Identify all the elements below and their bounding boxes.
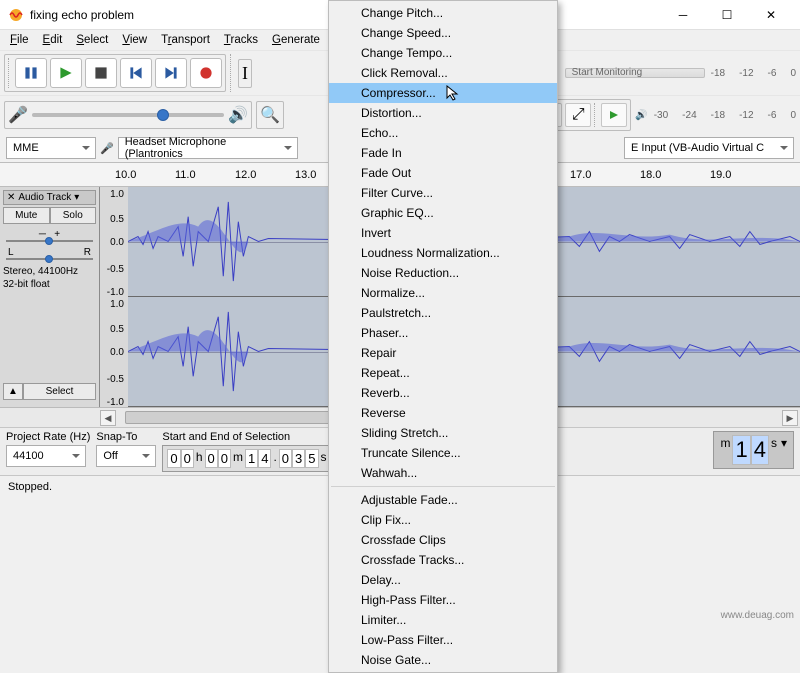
effect-item-crossfade-tracks[interactable]: Crossfade Tracks... — [329, 550, 557, 570]
menu-edit[interactable]: Edit — [37, 32, 69, 48]
snap-to-label: Snap-To — [96, 431, 156, 443]
playback-device-combo[interactable]: E Input (VB-Audio Virtual C — [624, 137, 794, 159]
track-select-button[interactable]: Select — [23, 383, 96, 400]
track-control-panel: ✕ Audio Track ▾ Mute Solo ─ + LR Stereo,… — [0, 187, 100, 407]
effect-item-phaser[interactable]: Phaser... — [329, 323, 557, 343]
effect-item-change-pitch[interactable]: Change Pitch... — [329, 3, 557, 23]
effect-item-repeat[interactable]: Repeat... — [329, 363, 557, 383]
effect-item-invert[interactable]: Invert — [329, 223, 557, 243]
effect-item-crossfade-clips[interactable]: Crossfade Clips — [329, 530, 557, 550]
amplitude-axis: 1.0 0.5 0.0 -0.5 -1.0 1.0 0.5 0.0 -0.5 -… — [100, 187, 128, 407]
play-at-speed-button[interactable] — [601, 103, 627, 127]
playback-meter[interactable]: 🔊 -30-24-18-12-60 — [635, 110, 796, 121]
effect-item-click-removal[interactable]: Click Removal... — [329, 63, 557, 83]
stop-button[interactable] — [85, 58, 117, 88]
effect-item-wahwah[interactable]: Wahwah... — [329, 463, 557, 483]
effect-item-low-pass-filter[interactable]: Low-Pass Filter... — [329, 630, 557, 650]
effect-item-delay[interactable]: Delay... — [329, 570, 557, 590]
effect-item-repair[interactable]: Repair — [329, 343, 557, 363]
solo-button[interactable]: Solo — [50, 207, 97, 224]
effect-item-high-pass-filter[interactable]: High-Pass Filter... — [329, 590, 557, 610]
recording-volume-slider[interactable]: 🎤 🔊 — [4, 101, 252, 129]
effect-item-change-tempo[interactable]: Change Tempo... — [329, 43, 557, 63]
selection-tool-icon[interactable]: I — [242, 63, 248, 84]
recording-meter[interactable]: 🎤 Start Monitoring -18-12-60 — [546, 68, 796, 79]
effect-item-paulstretch[interactable]: Paulstretch... — [329, 303, 557, 323]
track-info: Stereo, 44100Hz 32-bit float — [3, 265, 96, 291]
close-button[interactable]: ✕ — [750, 1, 792, 29]
effect-item-echo[interactable]: Echo... — [329, 123, 557, 143]
effect-item-fade-out[interactable]: Fade Out — [329, 163, 557, 183]
mic-icon: 🎤 — [8, 105, 28, 125]
pan-slider[interactable]: LR — [6, 247, 93, 260]
effect-item-loudness-normalization[interactable]: Loudness Normalization... — [329, 243, 557, 263]
scroll-right-arrow[interactable]: ▶ — [782, 410, 798, 426]
recording-device-combo[interactable]: Headset Microphone (Plantronics — [118, 137, 298, 159]
track-header[interactable]: ✕ Audio Track ▾ — [3, 190, 96, 205]
menu-file[interactable]: File — [4, 32, 35, 48]
app-logo-icon — [8, 7, 24, 23]
mute-button[interactable]: Mute — [3, 207, 50, 224]
edit-toolbar: 🔍 — [256, 101, 284, 129]
mic-icon: 🎤 — [100, 142, 114, 155]
menu-select[interactable]: Select — [70, 32, 114, 48]
effect-item-normalize[interactable]: Normalize... — [329, 283, 557, 303]
zoom-fit-icon[interactable]: ⤢ — [565, 103, 591, 127]
audio-host-combo[interactable]: MME — [6, 137, 96, 159]
scroll-left-arrow[interactable]: ◀ — [100, 410, 116, 426]
menu-view[interactable]: View — [116, 32, 153, 48]
effect-item-distortion[interactable]: Distortion... — [329, 103, 557, 123]
menu-tracks[interactable]: Tracks — [218, 32, 264, 48]
audio-position-field[interactable]: m 14 s ▾ — [713, 431, 794, 469]
pause-button[interactable] — [15, 58, 47, 88]
record-button[interactable] — [190, 58, 222, 88]
status-text: Stopped. — [8, 481, 52, 493]
zoom-tool-icon[interactable]: 🔍 — [260, 105, 280, 125]
effect-item-filter-curve[interactable]: Filter Curve... — [329, 183, 557, 203]
effect-item-noise-reduction[interactable]: Noise Reduction... — [329, 263, 557, 283]
transport-toolbar — [4, 54, 226, 92]
selection-label: Start and End of Selection — [162, 431, 333, 443]
project-rate-combo[interactable]: 44100 — [6, 445, 86, 467]
snap-to-combo[interactable]: Off — [96, 445, 156, 467]
speaker-icon: 🔊 — [228, 105, 248, 125]
effect-item-noise-gate[interactable]: Noise Gate... — [329, 650, 557, 670]
speaker-icon: 🔊 — [635, 110, 647, 121]
gain-slider[interactable]: ─ + — [6, 229, 93, 242]
effect-menu-dropdown: Change Pitch...Change Speed...Change Tem… — [328, 0, 558, 673]
effect-item-graphic-eq[interactable]: Graphic EQ... — [329, 203, 557, 223]
mouse-cursor-icon — [446, 85, 462, 101]
effect-item-clip-fix[interactable]: Clip Fix... — [329, 510, 557, 530]
tools-toolbar: I — [238, 59, 252, 88]
effect-item-sliding-stretch[interactable]: Sliding Stretch... — [329, 423, 557, 443]
window-title: fixing echo problem — [30, 8, 134, 22]
effect-item-reverb[interactable]: Reverb... — [329, 383, 557, 403]
maximize-button[interactable]: ☐ — [706, 1, 748, 29]
menu-transport[interactable]: Transport — [155, 32, 216, 48]
skip-start-button[interactable] — [120, 58, 152, 88]
menu-generate[interactable]: Generate — [266, 32, 326, 48]
effect-item-reverse[interactable]: Reverse — [329, 403, 557, 423]
effect-item-truncate-silence[interactable]: Truncate Silence... — [329, 443, 557, 463]
watermark-text: www.deuag.com — [721, 610, 794, 621]
effect-item-adjustable-fade[interactable]: Adjustable Fade... — [329, 490, 557, 510]
effect-item-compressor[interactable]: Compressor... — [329, 83, 557, 103]
effect-item-change-speed[interactable]: Change Speed... — [329, 23, 557, 43]
effect-item-fade-in[interactable]: Fade In — [329, 143, 557, 163]
play-button[interactable] — [50, 58, 82, 88]
skip-end-button[interactable] — [155, 58, 187, 88]
effect-item-limiter[interactable]: Limiter... — [329, 610, 557, 630]
minimize-button[interactable]: ─ — [662, 1, 704, 29]
selection-start-field[interactable]: 00h00m14.035s — [162, 445, 333, 472]
project-rate-label: Project Rate (Hz) — [6, 431, 90, 443]
